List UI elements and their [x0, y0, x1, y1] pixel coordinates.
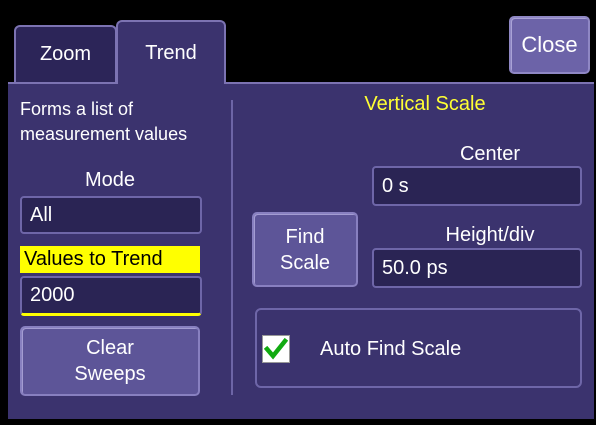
- mode-select[interactable]: All: [20, 196, 202, 234]
- mode-value: All: [30, 203, 53, 226]
- center-input[interactable]: 0 s: [372, 166, 582, 206]
- find-scale-line-1: Find: [285, 225, 325, 248]
- height-div-label: Height/div: [445, 224, 535, 246]
- center-label: Center: [459, 143, 521, 165]
- height-div-value: 50.0 ps: [382, 256, 448, 279]
- center-value: 0 s: [382, 174, 409, 197]
- tab-trend-label: Trend: [145, 41, 197, 64]
- column-divider: [231, 100, 233, 395]
- values-to-trend-value: 2000: [30, 284, 75, 306]
- auto-find-scale-checkbox[interactable]: [262, 335, 290, 363]
- description-line-2: measurement values: [20, 124, 188, 144]
- clear-sweeps-line-2: Sweeps: [74, 363, 146, 385]
- checkmark-icon: [264, 337, 288, 360]
- values-to-trend-input[interactable]: 2000: [20, 276, 202, 316]
- clear-sweeps-line-1: Clear: [86, 337, 134, 359]
- values-to-trend-label: Values to Trend: [20, 246, 200, 273]
- tab-zoom-label: Zoom: [39, 43, 92, 65]
- height-div-input[interactable]: 50.0 ps: [372, 248, 582, 288]
- close-button-label: Close: [521, 32, 578, 57]
- clear-sweeps-button[interactable]: Clear Sweeps: [20, 326, 200, 396]
- auto-find-scale-label: Auto Find Scale: [320, 338, 462, 360]
- vertical-scale-title: Vertical Scale: [364, 93, 486, 115]
- tab-zoom[interactable]: Zoom: [14, 25, 117, 82]
- tab-trend[interactable]: Trend: [116, 20, 226, 84]
- description-line-1: Forms a list of: [20, 99, 134, 119]
- mode-label: Mode: [84, 169, 136, 191]
- find-scale-line-2: Scale: [279, 251, 331, 274]
- find-scale-button[interactable]: Find Scale: [252, 212, 358, 287]
- close-button[interactable]: Close: [509, 16, 590, 74]
